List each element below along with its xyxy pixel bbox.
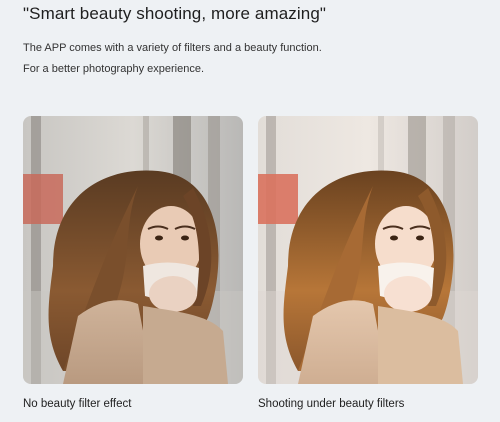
photo-beauty-filter (258, 116, 478, 384)
description-line-1: The APP comes with a variety of filters … (23, 42, 322, 54)
page-heading: "Smart beauty shooting, more amazing" (23, 4, 327, 23)
caption-beauty-filter: Shooting under beauty filters (258, 398, 405, 410)
photo-no-filter (23, 116, 243, 384)
description-line-2: For a better photography experience. (23, 63, 205, 75)
caption-no-filter: No beauty filter effect (23, 398, 132, 410)
